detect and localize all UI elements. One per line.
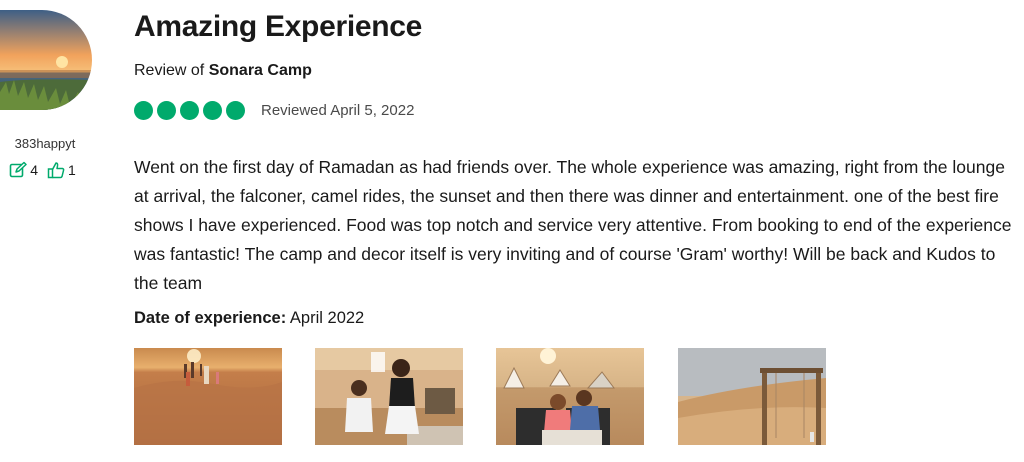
wooden-swing-photo[interactable] (678, 348, 826, 445)
rating-bubble-icon (134, 100, 153, 120)
thumbs-up-icon (46, 160, 66, 180)
contributions-count: 4 (30, 162, 38, 178)
desert-sunset-photo[interactable] (134, 348, 282, 445)
review-title[interactable]: Amazing Experience (134, 10, 422, 44)
date-of-experience-label: Date of experience: (134, 309, 287, 327)
children-dancing-photo[interactable] (315, 348, 463, 445)
edit-icon (8, 160, 28, 180)
helpful-votes-count: 1 (68, 162, 76, 178)
reviewer-username[interactable]: 383happyt (0, 136, 90, 151)
reviewer-avatar[interactable] (0, 10, 92, 110)
date-of-experience-value: April 2022 (289, 309, 365, 327)
rating-bubble-icon (226, 100, 245, 120)
rating-bubble-icon (180, 100, 199, 120)
rating-bubble-icon (203, 100, 222, 120)
rating-bubble-icon (157, 100, 176, 120)
review-body: Went on the first day of Ramadan as had … (134, 157, 1012, 293)
date-of-experience: Date of experience: April 2022 (134, 309, 364, 328)
place-link[interactable]: Sonara Camp (209, 62, 312, 79)
review-of-label: Review of (134, 62, 209, 79)
review-subtitle: Review of Sonara Camp (134, 62, 312, 80)
rating-bubbles (134, 100, 249, 120)
reviewer-stats: 4 1 (0, 160, 90, 180)
couple-seated-photo[interactable] (496, 348, 644, 445)
reviewed-date: Reviewed April 5, 2022 (261, 101, 415, 119)
rating-row: Reviewed April 5, 2022 (134, 98, 414, 122)
